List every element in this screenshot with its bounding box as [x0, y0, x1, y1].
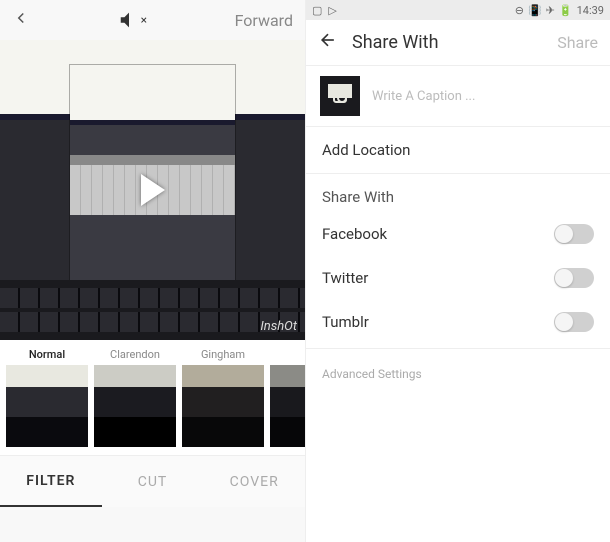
page-title: Share With — [352, 32, 543, 53]
filter-thumb — [182, 365, 264, 447]
filter-gingham[interactable]: Gingham — [182, 348, 264, 447]
editor-tabs: FILTER CUT COVER — [0, 455, 305, 507]
video-preview[interactable]: InshOt — [0, 40, 305, 340]
filter-clarendon[interactable]: Clarendon — [94, 348, 176, 447]
filter-thumb — [270, 365, 305, 447]
toggle-row-twitter: Twitter — [306, 256, 610, 300]
share-button[interactable]: Share — [557, 33, 598, 52]
tab-filter[interactable]: FILTER — [0, 456, 102, 507]
airplane-icon: ✈ — [546, 4, 555, 17]
toggle-label: Twitter — [322, 269, 368, 287]
toggle-row-facebook: Facebook — [306, 212, 610, 256]
toggle-label: Tumblr — [322, 313, 369, 331]
mute-icon[interactable]: × — [118, 9, 147, 31]
status-bar: ▢ ▷ ⊖ 📳 ✈ 🔋 14:39 — [306, 0, 610, 20]
filters-row: Normal Clarendon Gingham M — [0, 340, 305, 455]
preview-bg-keyboard-dark — [0, 280, 305, 340]
share-header: Share With Share — [306, 20, 610, 66]
filter-more[interactable]: M — [270, 348, 305, 447]
twitter-toggle[interactable] — [554, 268, 594, 288]
caption-input[interactable]: Write A Caption ... — [372, 89, 475, 104]
filter-label: Gingham — [201, 348, 245, 361]
back-arrow-icon[interactable] — [318, 30, 338, 55]
tumblr-toggle[interactable] — [554, 312, 594, 332]
status-time: 14:39 — [577, 4, 604, 17]
image-icon: ▢ — [312, 4, 322, 17]
filter-normal[interactable]: Normal — [6, 348, 88, 447]
toggle-label: Facebook — [322, 225, 387, 243]
watermark: InshOt — [260, 319, 297, 334]
play-store-icon: ▷ — [328, 4, 336, 17]
tab-cover[interactable]: COVER — [203, 456, 305, 507]
filter-thumb — [6, 365, 88, 447]
editor-pane: × Forward InshOt Normal Clarendon Gingha… — [0, 0, 305, 542]
vibrate-icon: 📳 — [528, 4, 542, 17]
back-icon[interactable] — [12, 8, 30, 32]
toggle-row-tumblr: Tumblr — [306, 300, 610, 344]
facebook-toggle[interactable] — [554, 224, 594, 244]
battery-icon: 🔋 — [559, 4, 573, 17]
advanced-settings-button[interactable]: Advanced Settings — [306, 348, 610, 399]
filter-label: Clarendon — [110, 348, 160, 361]
filter-thumb — [94, 365, 176, 447]
share-pane: ▢ ▷ ⊖ 📳 ✈ 🔋 14:39 Share With Share Write… — [305, 0, 610, 542]
media-thumbnail[interactable] — [320, 76, 360, 116]
filter-label: Normal — [29, 348, 65, 361]
tab-cut[interactable]: CUT — [102, 456, 204, 507]
dnd-icon: ⊖ — [515, 4, 524, 17]
share-with-heading: Share With — [306, 174, 610, 212]
add-location-button[interactable]: Add Location — [306, 127, 610, 174]
editor-header: × Forward — [0, 0, 305, 40]
caption-row: Write A Caption ... — [306, 66, 610, 127]
play-icon[interactable] — [141, 174, 165, 206]
forward-button[interactable]: Forward — [235, 11, 293, 30]
